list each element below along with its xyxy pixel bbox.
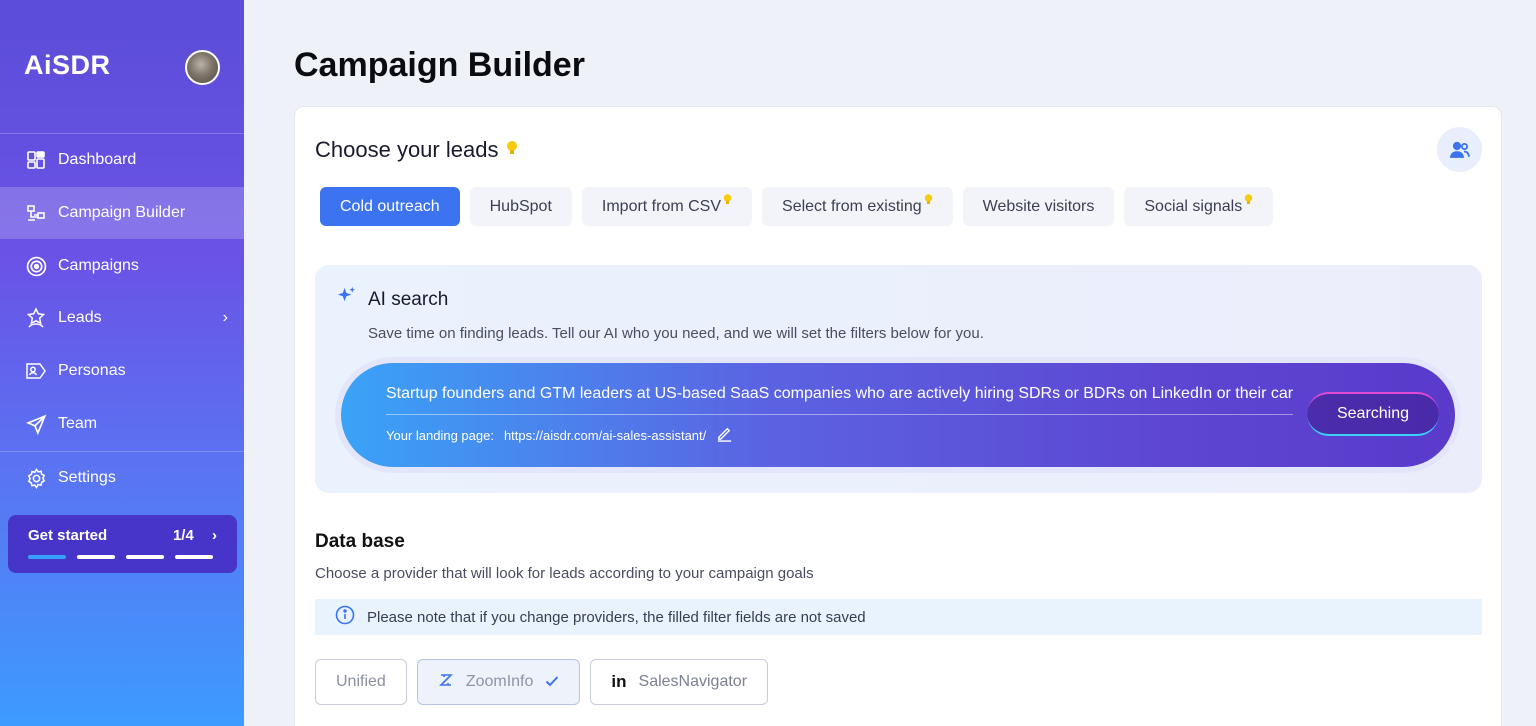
sidebar-item-label: Settings [58, 469, 116, 486]
target-icon [25, 255, 47, 277]
linkedin-icon: in [611, 672, 627, 691]
tab-social-signals[interactable]: Social signals [1124, 187, 1274, 226]
provider-zoominfo[interactable]: ZoomInfo [416, 659, 581, 705]
sidebar-item-campaigns[interactable]: Campaigns [0, 240, 244, 292]
users-button[interactable] [1437, 127, 1482, 172]
get-started-label: Get started [28, 527, 108, 544]
send-icon [25, 413, 47, 435]
ai-search-title: AI search [335, 285, 448, 314]
landing-page-row: Your landing page: https://aisdr.com/ai-… [386, 425, 733, 445]
sidebar: AiSDR Dashboard Campaign Builder Campaig… [0, 0, 244, 726]
tab-cold-outreach[interactable]: Cold outreach [320, 187, 460, 226]
sparkle-icon [335, 285, 358, 314]
get-started-progress-bar [28, 555, 217, 559]
ai-search-input[interactable]: Startup founders and GTM leaders at US-b… [386, 385, 1293, 415]
edit-pencil-icon[interactable] [716, 425, 733, 445]
tab-import-csv[interactable]: Import from CSV [581, 187, 753, 226]
provider-notice: Please note that if you change providers… [315, 599, 1482, 635]
database-description: Choose a provider that will look for lea… [315, 565, 814, 582]
provider-unified[interactable]: Unified [315, 659, 407, 705]
tab-website-visitors[interactable]: Website visitors [962, 187, 1115, 226]
sidebar-item-leads[interactable]: Leads › [0, 292, 244, 344]
ai-search-bar: Startup founders and GTM leaders at US-b… [335, 357, 1461, 473]
provider-options: Unified ZoomInfo in SalesNavigator [315, 659, 769, 705]
sidebar-item-label: Personas [58, 362, 126, 379]
ai-search-panel: AI search Save time on finding leads. Te… [315, 265, 1482, 493]
sidebar-item-dashboard[interactable]: Dashboard [0, 134, 244, 186]
provider-salesnavigator[interactable]: in SalesNavigator [590, 659, 769, 705]
sidebar-item-campaign-builder[interactable]: Campaign Builder [0, 187, 244, 239]
tab-hubspot[interactable]: HubSpot [469, 187, 572, 226]
sidebar-item-label: Dashboard [58, 151, 137, 168]
leads-card: Choose your leads Cold outreach HubSpot … [294, 106, 1502, 726]
sidebar-item-settings[interactable]: Settings [0, 452, 244, 504]
gear-icon [25, 467, 47, 489]
chevron-right-icon: › [222, 309, 228, 326]
lead-source-tabs: Cold outreach HubSpot Import from CSV Se… [320, 187, 1274, 226]
get-started-progress: 1/4 › [172, 527, 217, 544]
page-title: Campaign Builder [294, 46, 585, 84]
progress-step-done [28, 555, 66, 559]
info-icon [335, 605, 355, 629]
brand-logo[interactable]: AiSDR [24, 50, 111, 81]
sidebar-item-label: Leads [58, 309, 102, 326]
progress-step [77, 555, 115, 559]
progress-step [126, 555, 164, 559]
lightbulb-icon [1244, 193, 1253, 209]
searching-button[interactable]: Searching [1307, 392, 1439, 436]
sidebar-item-label: Team [58, 415, 98, 432]
zoominfo-logo-icon [438, 672, 454, 693]
star-person-icon [25, 307, 47, 329]
progress-step [175, 555, 213, 559]
ai-search-description: Save time on finding leads. Tell our AI … [368, 325, 984, 342]
persona-card-icon [25, 360, 47, 382]
tab-select-existing[interactable]: Select from existing [762, 187, 953, 226]
lightbulb-icon [924, 193, 933, 209]
campaign-builder-icon [25, 202, 47, 224]
landing-page-label: Your landing page: [386, 427, 494, 443]
lightbulb-icon [723, 193, 732, 209]
dashboard-icon [25, 149, 47, 171]
choose-leads-title: Choose your leads [315, 137, 518, 163]
checkmark-icon [545, 674, 559, 691]
chevron-right-icon: › [212, 527, 217, 544]
users-icon [1449, 141, 1470, 158]
sidebar-item-personas[interactable]: Personas [0, 345, 244, 397]
sidebar-item-label: Campaign Builder [58, 204, 186, 221]
landing-page-url: https://aisdr.com/ai-sales-assistant/ [503, 427, 707, 443]
sidebar-item-label: Campaigns [58, 257, 139, 274]
database-title: Data base [315, 531, 405, 552]
user-avatar[interactable] [185, 50, 220, 85]
lightbulb-icon[interactable] [506, 140, 518, 160]
sidebar-item-team[interactable]: Team [0, 398, 244, 450]
get-started-panel[interactable]: Get started 1/4 › [8, 515, 237, 573]
